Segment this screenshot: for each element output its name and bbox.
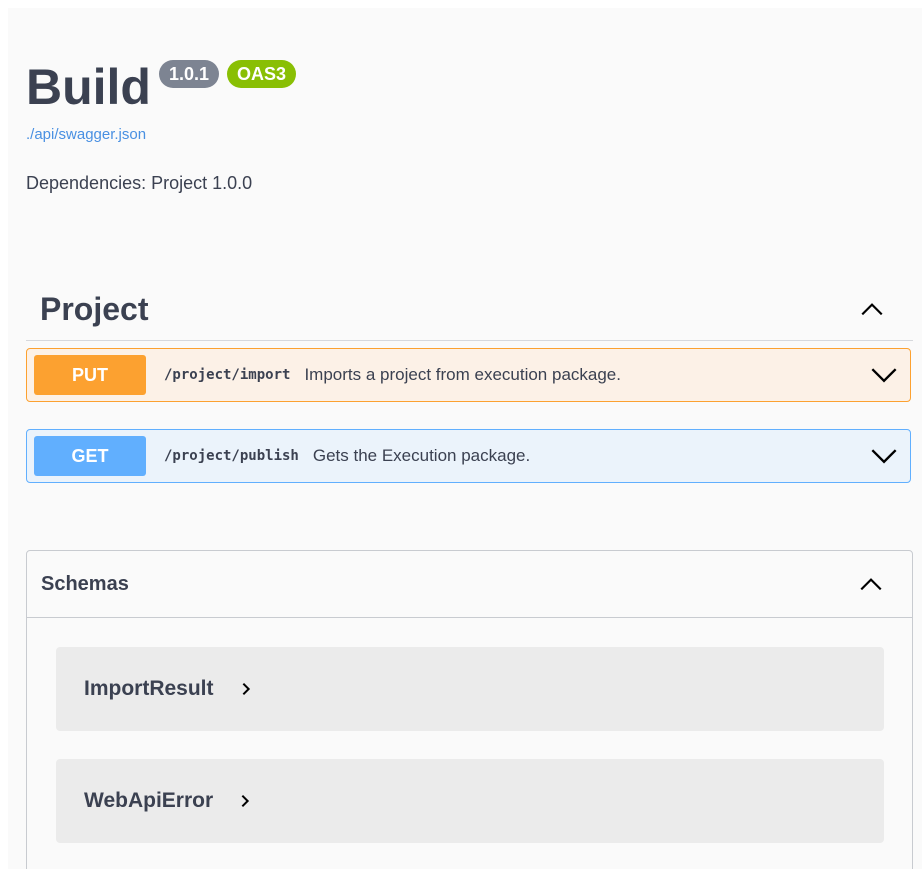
model-name: WebApiError <box>84 789 214 812</box>
model-import-result[interactable]: ImportResult <box>56 647 884 731</box>
operation-summary: Gets the Execution package. <box>312 446 531 465</box>
operation-put-project-import[interactable]: PUT /project/import Imports a project fr… <box>26 348 911 402</box>
operation-path: /project/publish <box>164 448 299 464</box>
chevron-up-icon[interactable] <box>858 571 884 597</box>
api-info: Build 1.0.1 OAS3 ./api/swagger.json Depe… <box>26 58 297 194</box>
version-badge: 1.0.1 <box>158 60 220 88</box>
method-badge-get: GET <box>34 436 146 476</box>
schemas-header[interactable]: Schemas <box>27 551 912 618</box>
model-web-api-error[interactable]: WebApiError <box>56 759 884 843</box>
schemas-title: Schemas <box>41 572 129 595</box>
chevron-right-icon[interactable] <box>238 681 254 697</box>
operation-summary: Imports a project from execution package… <box>304 365 621 384</box>
api-description: Dependencies: Project 1.0.0 <box>26 173 253 193</box>
operation-path: /project/import <box>164 367 291 383</box>
api-title: Build <box>26 59 151 115</box>
tag-header-project[interactable]: Project <box>26 278 913 341</box>
schemas-section: Schemas ImportResult WebApiError <box>26 550 913 869</box>
tag-title: Project <box>40 290 149 327</box>
title-row: Build 1.0.1 OAS3 <box>26 58 297 116</box>
chevron-down-icon[interactable] <box>870 442 898 470</box>
oas-badge: OAS3 <box>227 60 297 88</box>
swagger-page: Build 1.0.1 OAS3 ./api/swagger.json Depe… <box>8 8 922 869</box>
chevron-up-icon[interactable] <box>859 296 885 322</box>
operation-get-project-publish[interactable]: GET /project/publish Gets the Execution … <box>26 429 911 483</box>
model-name: ImportResult <box>84 677 214 700</box>
spec-link[interactable]: ./api/swagger.json <box>26 126 296 143</box>
chevron-down-icon[interactable] <box>870 361 898 389</box>
method-badge-put: PUT <box>34 355 146 395</box>
chevron-right-icon[interactable] <box>237 793 253 809</box>
